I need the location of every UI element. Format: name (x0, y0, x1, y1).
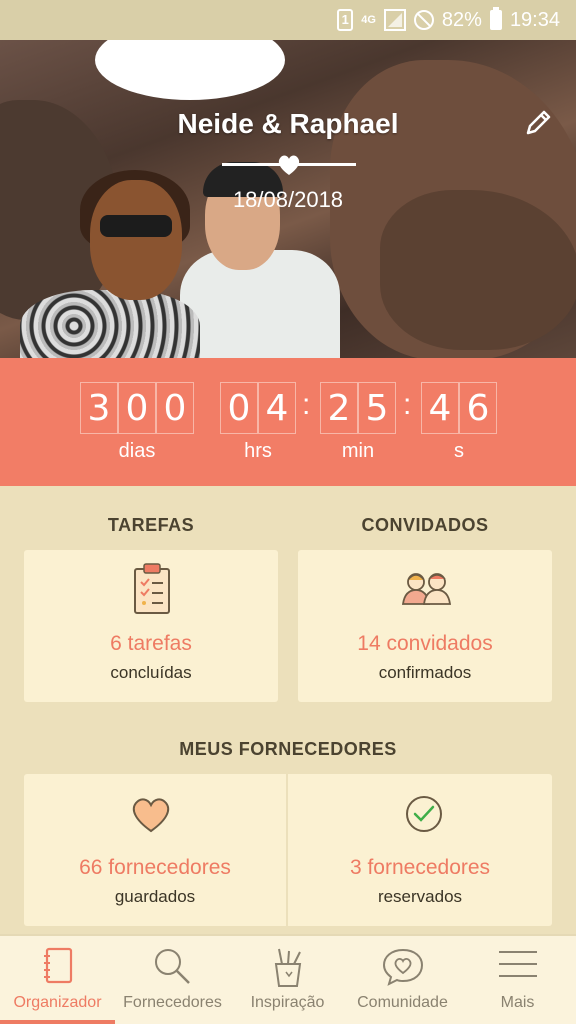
guests-count: 14 convidados (357, 632, 493, 655)
booked-vendors-count: 3 fornecedores (349, 856, 491, 879)
saved-vendors-card[interactable]: 66 fornecedores guardados (24, 774, 286, 926)
booked-vendors-card[interactable]: 3 fornecedores reservados (288, 774, 552, 926)
guests-card[interactable]: 14 convidados confirmados (298, 550, 552, 702)
check-circle-icon (406, 796, 442, 832)
sky-patch (95, 40, 285, 100)
bottom-navigation: Organizador Fornecedores Inspiração Comu… (0, 934, 576, 1024)
digit: 5 (358, 382, 396, 434)
search-icon (154, 949, 190, 984)
digit: 4 (258, 382, 296, 434)
rock-texture (380, 190, 576, 350)
tab-comunidade[interactable]: Comunidade (345, 936, 460, 1024)
seconds-counter: 4 6 (421, 382, 497, 434)
heart-icon (132, 798, 170, 833)
do-not-disturb-icon (413, 10, 434, 30)
tasks-status: concluídas (110, 663, 192, 682)
digit: 0 (220, 382, 258, 434)
battery-icon (489, 7, 502, 30)
days-counter: 3 0 0 (80, 382, 194, 434)
time-separator: : (302, 388, 311, 421)
minutes-label: min (341, 440, 375, 462)
digit: 0 (118, 382, 156, 434)
days-label: dias (118, 440, 156, 462)
booked-vendors-status: reservados (377, 887, 463, 906)
saved-vendors-count: 66 fornecedores (79, 856, 231, 879)
clipboard-checklist-icon (134, 563, 170, 614)
tab-label: Mais (500, 994, 535, 1011)
signal-icon (383, 9, 406, 31)
tab-mais[interactable]: Mais (460, 936, 575, 1024)
digit: 4 (421, 382, 459, 434)
vendors-heading: MEUS FORNECEDORES (179, 739, 397, 759)
digit: 2 (320, 382, 358, 434)
tab-inspiracao[interactable]: Inspiração (230, 936, 345, 1024)
guests-icon (401, 573, 452, 605)
heart-divider (222, 153, 356, 177)
active-tab-indicator (0, 1020, 115, 1024)
tab-label: Fornecedores (123, 994, 222, 1011)
couple-photo[interactable]: Neide & Raphael 18/08/2018 (0, 40, 576, 358)
hours-label: hrs (244, 440, 272, 462)
tasks-heading: TAREFAS (107, 515, 195, 535)
tab-label: Inspiração (250, 994, 325, 1011)
tab-label: Comunidade (357, 994, 448, 1011)
person-dress (20, 290, 200, 358)
tasks-card[interactable]: 6 tarefas concluídas (24, 550, 278, 702)
countdown-timer: 3 0 0 0 4 : 2 5 : 4 6 dias hrs min s (0, 358, 576, 486)
pencil-edit-icon[interactable] (522, 107, 554, 139)
digit: 6 (459, 382, 497, 434)
guests-heading: CONVIDADOS (361, 515, 489, 535)
tasks-count: 6 tarefas (110, 632, 192, 655)
heart-icon (278, 155, 300, 175)
guests-status: confirmados (378, 663, 472, 682)
person-shirt (180, 250, 340, 358)
time-separator: : (403, 388, 412, 421)
battery-percent: 82% (441, 8, 482, 31)
sim-icon: 1 (337, 9, 354, 31)
digit: 0 (156, 382, 194, 434)
saved-vendors-status: guardados (114, 887, 196, 906)
tab-label: Organizador (13, 994, 102, 1011)
pencil-cup-icon (274, 948, 301, 987)
sunglasses (100, 215, 172, 237)
couple-names: Neide & Raphael (177, 108, 399, 139)
seconds-label: s (454, 440, 464, 462)
minutes-counter: 2 5 (320, 382, 396, 434)
hours-counter: 0 4 (220, 382, 296, 434)
status-bar: 1 4G 82% 19:34 (0, 0, 576, 40)
tab-organizador[interactable]: Organizador (0, 936, 115, 1024)
wedding-date: 18/08/2018 (232, 187, 344, 212)
notebook-icon (43, 947, 72, 984)
tab-fornecedores[interactable]: Fornecedores (115, 936, 230, 1024)
chat-heart-icon (382, 948, 423, 986)
menu-icon (498, 951, 537, 977)
network-type-label: 4G (361, 14, 376, 26)
digit: 3 (80, 382, 118, 434)
clock: 19:34 (509, 8, 560, 31)
